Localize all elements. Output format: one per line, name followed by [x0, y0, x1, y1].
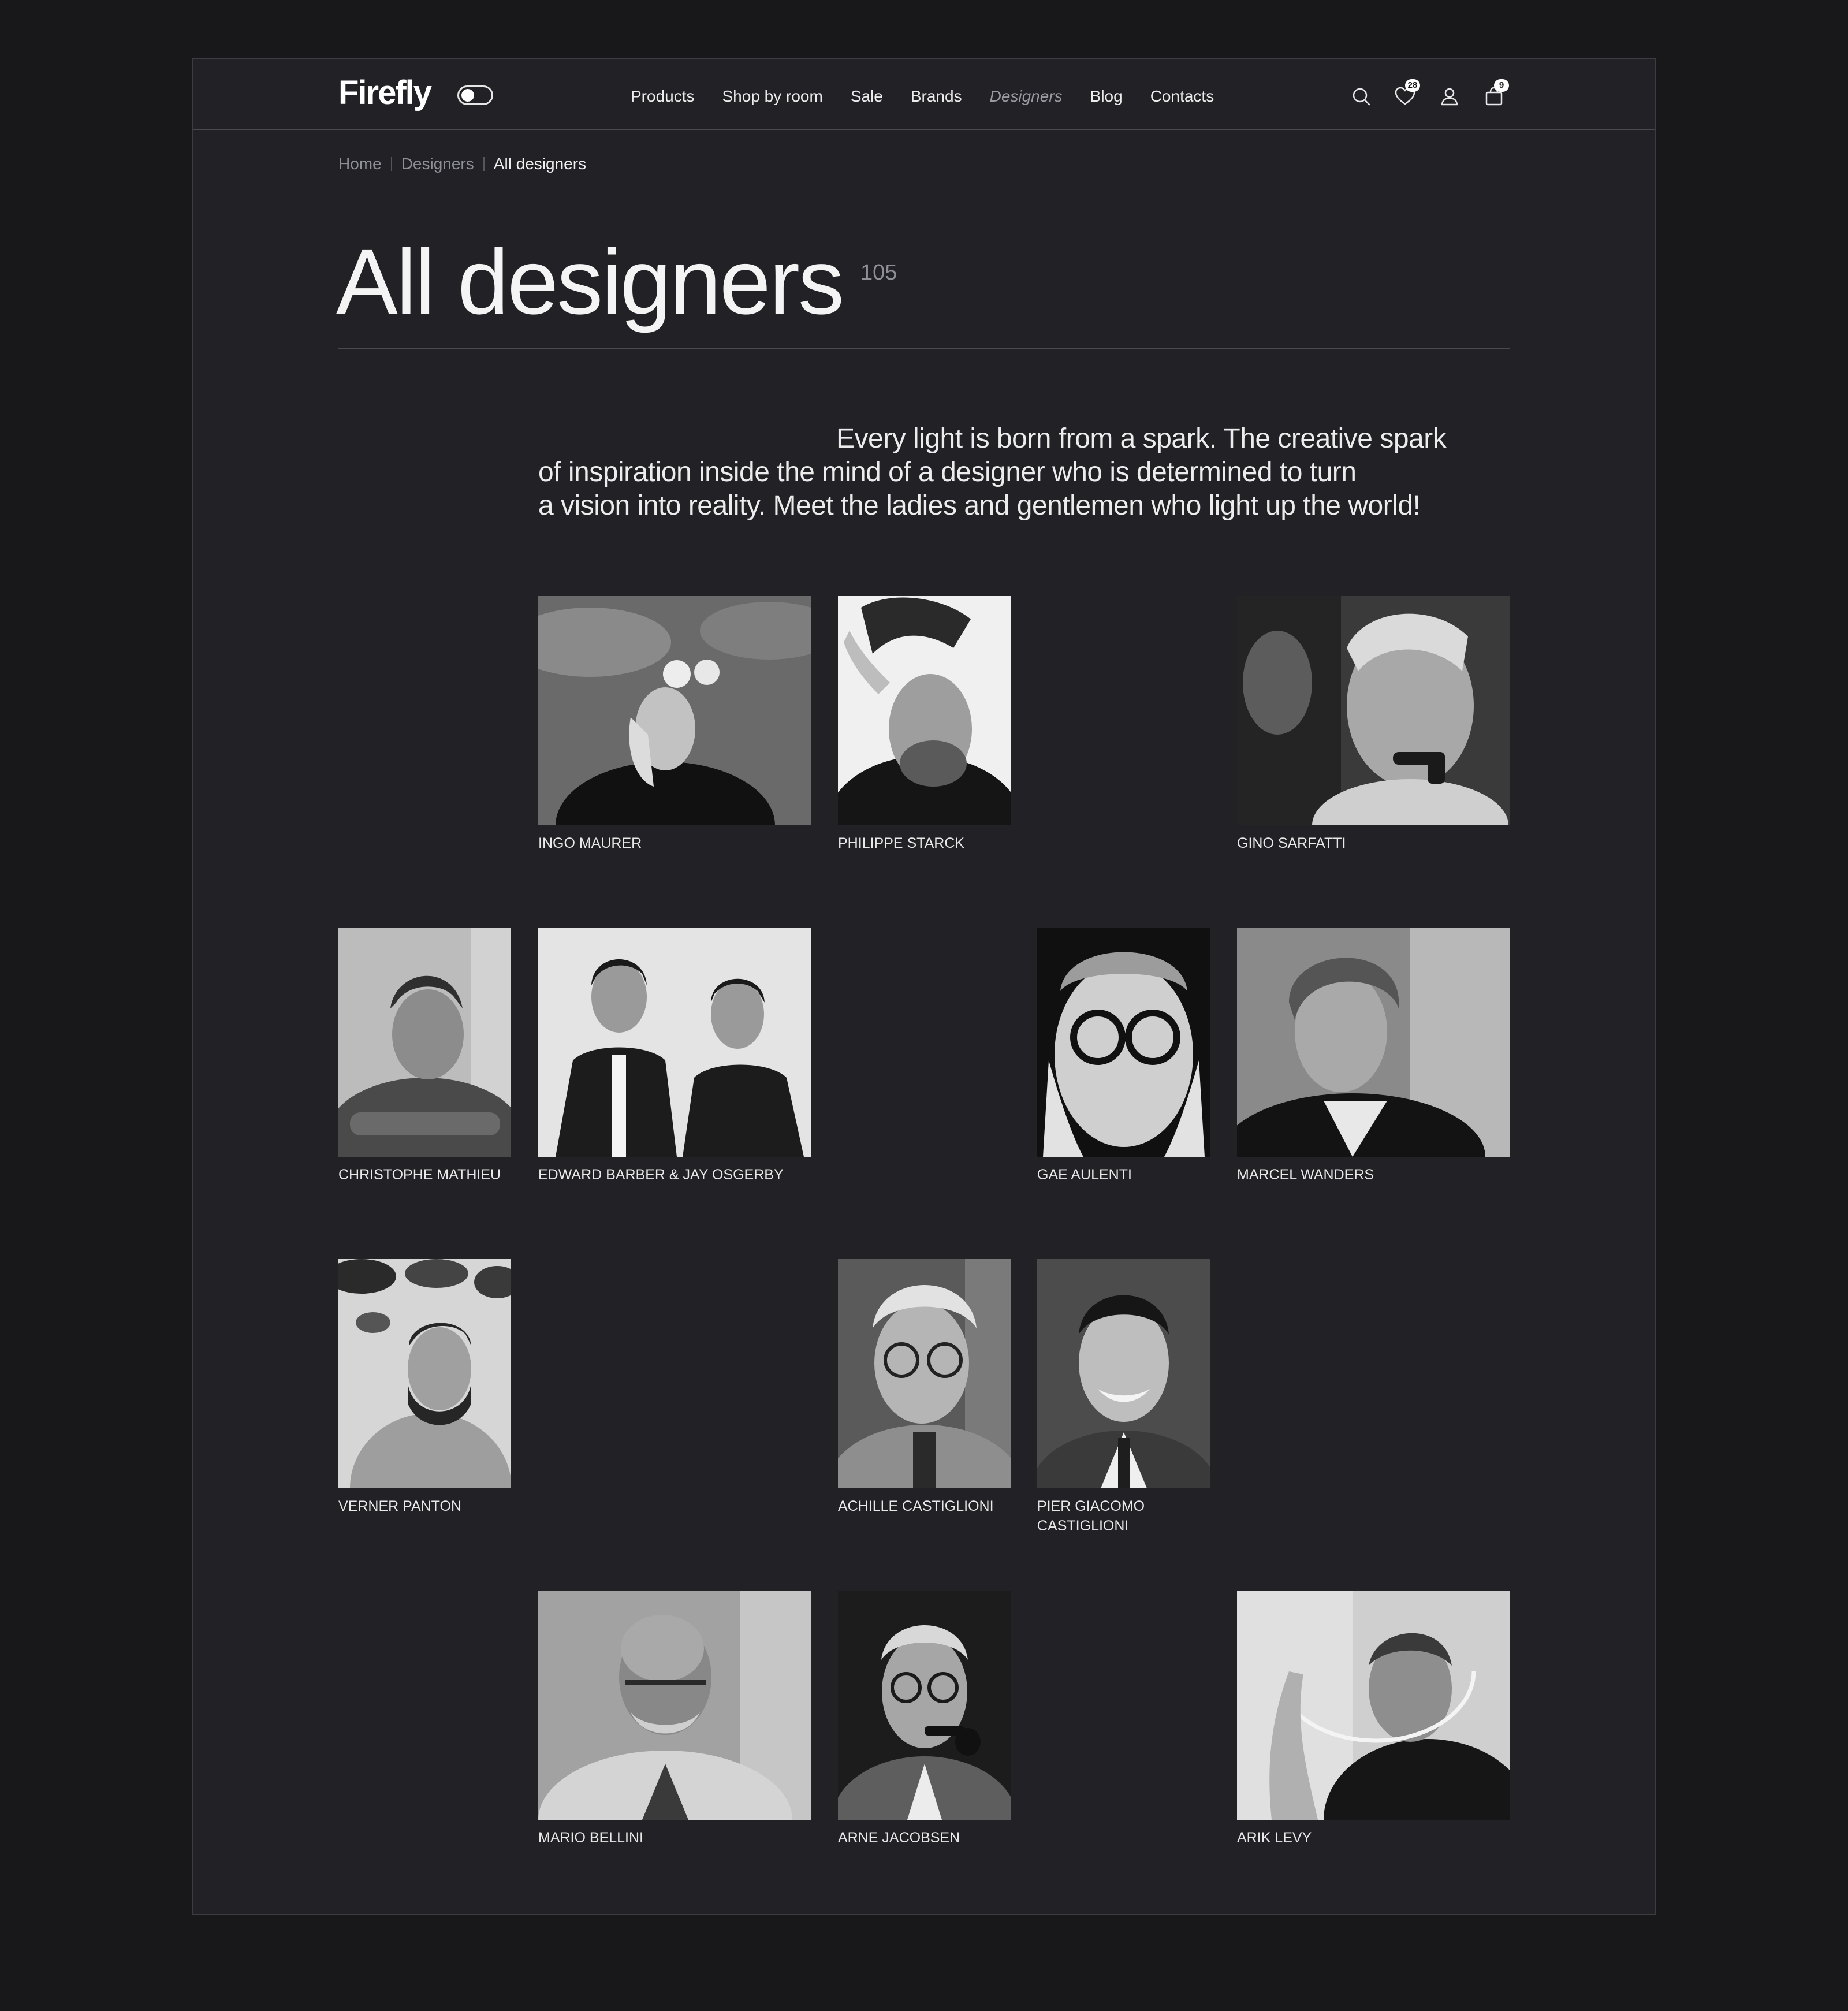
- breadcrumb-home[interactable]: Home: [338, 155, 382, 173]
- breadcrumb-separator: [483, 157, 485, 171]
- cart-count-badge: 9: [1494, 79, 1509, 92]
- designer-name[interactable]: GINO SARFATTI: [1237, 833, 1346, 853]
- main-nav: Products Shop by room Sale Brands Design…: [631, 85, 1242, 108]
- designer-portrait[interactable]: [538, 928, 811, 1157]
- designer-name[interactable]: GAE AULENTI: [1037, 1165, 1132, 1185]
- designer-portrait[interactable]: [1237, 928, 1510, 1157]
- nav-item-products[interactable]: Products: [631, 85, 695, 108]
- designer-name-line[interactable]: CASTIGLIONI: [1037, 1516, 1145, 1536]
- theme-toggle[interactable]: [457, 85, 493, 105]
- divider: [338, 348, 1510, 349]
- site-header: Firefly Products Shop by room Sale Brand…: [193, 59, 1655, 130]
- site-frame: Firefly Products Shop by room Sale Brand…: [192, 58, 1656, 1915]
- nav-item-shop-by-room[interactable]: Shop by room: [722, 85, 823, 108]
- logo[interactable]: Firefly: [338, 73, 432, 112]
- designer-portrait[interactable]: [338, 928, 511, 1157]
- designer-name[interactable]: EDWARD BARBER & JAY OSGERBY: [538, 1165, 784, 1185]
- designer-name: PIER GIACOMO CASTIGLIONI: [1037, 1496, 1145, 1536]
- designer-name[interactable]: CHRISTOPHE MATHIEU: [338, 1165, 501, 1185]
- designer-name[interactable]: ARIK LEVY: [1237, 1828, 1312, 1848]
- cart-button[interactable]: 9: [1481, 79, 1509, 109]
- designer-count: 105: [860, 260, 897, 285]
- breadcrumb-designers[interactable]: Designers: [401, 155, 474, 173]
- designer-name[interactable]: MARCEL WANDERS: [1237, 1165, 1374, 1185]
- wishlist-count-badge: 28: [1405, 79, 1420, 92]
- designer-portrait[interactable]: [1237, 596, 1510, 825]
- breadcrumb: Home Designers All designers: [338, 155, 586, 173]
- nav-item-brands[interactable]: Brands: [911, 85, 962, 108]
- designer-name[interactable]: ARNE JACOBSEN: [838, 1828, 960, 1848]
- designer-portrait[interactable]: [838, 1259, 1011, 1488]
- intro-line: Every light is born from a spark. The cr…: [836, 423, 1447, 454]
- breadcrumb-separator: [390, 157, 392, 171]
- designer-portrait[interactable]: [538, 596, 811, 825]
- nav-item-sale[interactable]: Sale: [851, 85, 883, 108]
- account-icon[interactable]: [1437, 84, 1462, 109]
- theme-toggle-knob: [461, 89, 474, 102]
- page-title: All designers: [336, 230, 844, 333]
- designer-name[interactable]: MARIO BELLINI: [538, 1828, 643, 1848]
- designer-portrait[interactable]: [538, 1591, 811, 1820]
- designer-portrait[interactable]: [1237, 1591, 1510, 1820]
- designer-portrait[interactable]: [838, 596, 1011, 825]
- search-icon[interactable]: [1348, 84, 1374, 109]
- designer-name[interactable]: PHILIPPE STARCK: [838, 833, 964, 853]
- designer-name[interactable]: ACHILLE CASTIGLIONI: [838, 1496, 994, 1516]
- intro-line: of inspiration inside the mind of a desi…: [538, 457, 1357, 487]
- breadcrumb-current: All designers: [493, 155, 587, 173]
- designer-portrait[interactable]: [1037, 1259, 1210, 1488]
- designer-portrait[interactable]: [838, 1591, 1011, 1820]
- designer-portrait[interactable]: [1037, 928, 1210, 1157]
- nav-item-blog[interactable]: Blog: [1090, 85, 1123, 108]
- designer-name-line[interactable]: PIER GIACOMO: [1037, 1496, 1145, 1516]
- intro-line: a vision into reality. Meet the ladies a…: [538, 490, 1421, 521]
- designer-name[interactable]: VERNER PANTON: [338, 1496, 461, 1516]
- designer-name[interactable]: INGO MAURER: [538, 833, 642, 853]
- nav-item-contacts[interactable]: Contacts: [1150, 85, 1214, 108]
- wishlist-button[interactable]: 28: [1392, 79, 1420, 109]
- nav-item-designers[interactable]: Designers: [990, 85, 1063, 108]
- designer-portrait[interactable]: [338, 1259, 511, 1488]
- intro-text: Every light is born from a spark. The cr…: [538, 422, 1520, 523]
